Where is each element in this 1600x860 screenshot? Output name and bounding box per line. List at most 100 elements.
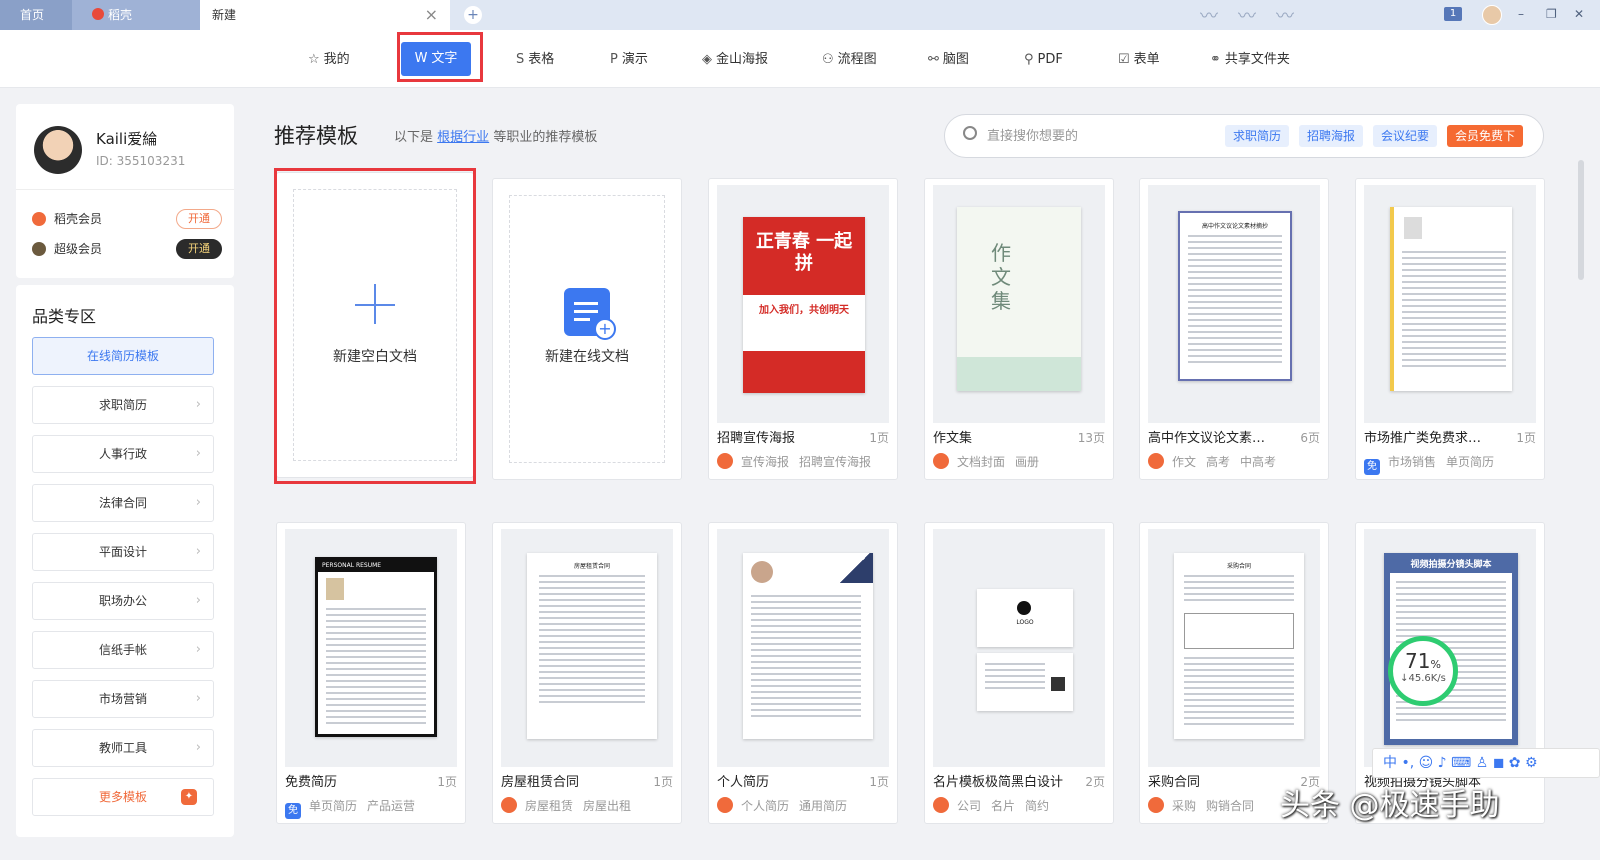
- nav-pdf[interactable]: ⚲ PDF: [1024, 49, 1063, 71]
- search-input[interactable]: [987, 125, 1207, 147]
- category-item-online-resume[interactable]: 在线简历模板: [32, 337, 214, 375]
- text-lines: [751, 595, 861, 721]
- search-tag-resume[interactable]: 求职简历: [1225, 125, 1290, 147]
- close-tab-icon[interactable]: ×: [425, 0, 438, 30]
- template-tags: 免市场销售 单页简历: [1364, 453, 1504, 475]
- tag[interactable]: 房屋租赁: [525, 799, 573, 813]
- nav-label: 共享文件夹: [1224, 52, 1290, 67]
- avatar[interactable]: [34, 126, 82, 174]
- tag[interactable]: 市场销售: [1388, 455, 1436, 469]
- nav-label: 金山海报: [716, 52, 769, 67]
- tag[interactable]: 通用简历: [799, 799, 847, 813]
- template-card[interactable]: 房屋租赁合同 房屋租赁合同 1页 房屋租赁 房屋出租: [492, 522, 682, 824]
- daoke-icon: [1148, 453, 1164, 469]
- tag[interactable]: 单页简历: [309, 799, 357, 813]
- avatar-small[interactable]: [1482, 5, 1502, 25]
- nav-mindmap[interactable]: ⚯ 脑图: [928, 49, 969, 71]
- tab-daoke[interactable]: 稻壳: [72, 0, 200, 30]
- template-card[interactable]: 市场推广类免费求职简... 1页 免市场销售 单页简历: [1355, 178, 1545, 480]
- category-item-legal[interactable]: 法律合同 ›: [32, 484, 214, 522]
- restore-icon[interactable]: ❐: [1546, 7, 1557, 21]
- tag[interactable]: 文档封面: [957, 455, 1005, 469]
- search-tag-minutes[interactable]: 会议纪要: [1373, 125, 1438, 147]
- category-item-job-resume[interactable]: 求职简历 ›: [32, 386, 214, 424]
- template-card[interactable]: 作文集 作文集 13页 文档封面 画册: [924, 178, 1114, 480]
- tab-new[interactable]: 新建 ×: [200, 0, 450, 30]
- tag[interactable]: 购销合同: [1206, 799, 1254, 813]
- tag[interactable]: 作文: [1172, 455, 1196, 469]
- mindmap-icon: ⚯: [928, 52, 939, 67]
- new-online-doc-card[interactable]: + 新建在线文档: [492, 178, 682, 480]
- tag[interactable]: 画册: [1015, 455, 1039, 469]
- nav-flowchart[interactable]: ⚇ 流程图: [822, 49, 877, 71]
- template-card[interactable]: 正青春 一起拼 加入我们，共创明天 招聘宣传海报 1页 宣传海报 招聘宣传海报: [708, 178, 898, 480]
- template-name: 高中作文议论文素材摘...: [1148, 431, 1278, 446]
- nav-presentation[interactable]: P 演示: [610, 49, 648, 71]
- tag[interactable]: 名片: [991, 799, 1015, 813]
- fire-icon: ✦: [181, 789, 197, 805]
- template-card[interactable]: 高中作文议论文素材摘抄 高中作文议论文素材摘... 6页 作文 高考 中高考: [1139, 178, 1329, 480]
- template-name: 作文集: [933, 431, 973, 446]
- tag[interactable]: 招聘宣传海报: [799, 455, 871, 469]
- template-tags: 公司 名片 简约: [933, 797, 1059, 814]
- template-thumbnail: LOGO: [933, 529, 1105, 767]
- close-window-icon[interactable]: ✕: [1574, 7, 1584, 21]
- tag[interactable]: 单页简历: [1446, 455, 1494, 469]
- open-super-button[interactable]: 开通: [176, 239, 222, 259]
- nav-form[interactable]: ☑ 表单: [1118, 49, 1160, 71]
- template-card[interactable]: 采购合同 采购合同 2页 采购 购销合同: [1139, 522, 1329, 824]
- tag[interactable]: 房屋出租: [583, 799, 631, 813]
- text-lines: [985, 663, 1045, 693]
- template-name: 房屋租赁合同: [501, 775, 580, 790]
- add-tab-icon[interactable]: +: [464, 6, 482, 24]
- cover-preview: 作文集: [957, 207, 1081, 391]
- minimize-icon[interactable]: –: [1518, 7, 1524, 21]
- category-item-teacher[interactable]: 教师工具 ›: [32, 729, 214, 767]
- category-item-office[interactable]: 职场办公 ›: [32, 582, 214, 620]
- industry-link[interactable]: 根据行业: [437, 130, 489, 145]
- window-count-badge[interactable]: 1: [1444, 7, 1462, 21]
- category-item-graphic[interactable]: 平面设计 ›: [32, 533, 214, 571]
- template-card[interactable]: LOGO 名片模板极简黑白设计 2页 公司 名片 简约: [924, 522, 1114, 824]
- nav-poster[interactable]: ◈ 金山海报: [702, 49, 768, 71]
- nav-shared-folder[interactable]: ⚭ 共享文件夹: [1210, 49, 1290, 71]
- tag[interactable]: 高考: [1206, 455, 1230, 469]
- tag[interactable]: 简约: [1025, 799, 1049, 813]
- category-item-marketing[interactable]: 市场营销 ›: [32, 680, 214, 718]
- daoke-icon: [933, 453, 949, 469]
- search-tag-vip-free[interactable]: 会员免费下: [1447, 125, 1524, 147]
- chevron-right-icon: ›: [195, 495, 201, 510]
- template-card[interactable]: PERSONAL RESUME 免费简历 1页 免单页简历 产品运营: [276, 522, 466, 824]
- daoke-icon: [933, 797, 949, 813]
- template-card[interactable]: 个人简历 1页 个人简历 通用简历: [708, 522, 898, 824]
- scrollbar[interactable]: [1578, 160, 1584, 280]
- tag[interactable]: 中高考: [1240, 455, 1276, 469]
- tag[interactable]: 个人简历: [741, 799, 789, 813]
- free-icon: 免: [285, 803, 301, 819]
- category-item-hr[interactable]: 人事行政 ›: [32, 435, 214, 473]
- tag[interactable]: 产品运营: [367, 799, 415, 813]
- template-pages: 1页: [653, 775, 673, 789]
- download-speed: ↓45.6K/s: [1400, 673, 1446, 684]
- text-lines: [1188, 235, 1282, 367]
- tab-home[interactable]: 首页: [0, 0, 72, 30]
- poster-slogan: 加入我们，共创明天: [759, 305, 849, 316]
- open-daoke-button[interactable]: 开通: [176, 209, 222, 229]
- chevron-right-icon: ›: [195, 397, 201, 412]
- template-thumbnail: 高中作文议论文素材摘抄: [1148, 185, 1320, 423]
- network-speed-widget[interactable]: 71% ↓45.6K/s: [1388, 636, 1458, 706]
- tag[interactable]: 采购: [1172, 799, 1196, 813]
- input-method-toolbar[interactable]: 中 •, ☺ ♪ ⌨ ♙ ◼ ✿ ⚙: [1372, 748, 1600, 778]
- nav-spreadsheet[interactable]: S 表格: [516, 49, 554, 71]
- poster-preview: 正青春 一起拼 加入我们，共创明天: [743, 217, 865, 393]
- search-tag-poster[interactable]: 招聘海报: [1299, 125, 1364, 147]
- daoke-icon: [1148, 797, 1164, 813]
- tag[interactable]: 宣传海报: [741, 455, 789, 469]
- daoke-icon: [717, 453, 733, 469]
- tag[interactable]: 公司: [957, 799, 981, 813]
- nav-mine[interactable]: ☆ 我的: [308, 49, 350, 71]
- category-item-more[interactable]: 更多模板 ✦: [32, 778, 214, 816]
- daoke-icon: [717, 797, 733, 813]
- category-item-stationery[interactable]: 信纸手帐 ›: [32, 631, 214, 669]
- template-tags: 宣传海报 招聘宣传海报: [717, 453, 881, 470]
